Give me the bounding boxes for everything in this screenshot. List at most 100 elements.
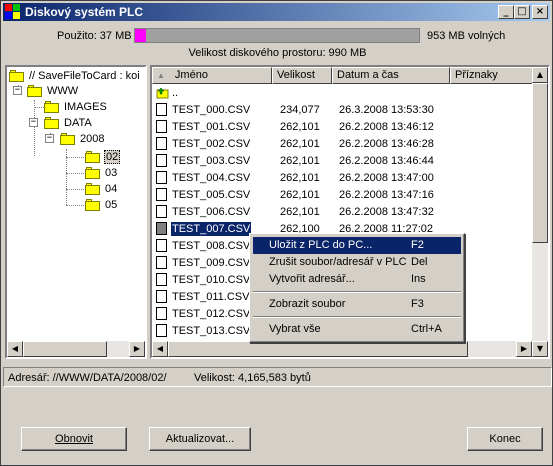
file-name: TEST_011.CSV — [172, 291, 250, 303]
file-name: TEST_004.CSV — [172, 172, 251, 184]
table-row[interactable]: TEST_005.CSV 262,101 26.2.2008 13:47:16 — [152, 187, 534, 204]
tree-item-label: WWW — [47, 85, 79, 97]
menu-separator — [253, 291, 461, 293]
sort-up-icon: ▲ — [157, 71, 165, 80]
context-menu: Uložit z PLC do PC... F2 Zrušit soubor/ad… — [249, 233, 465, 343]
file-date: 26.2.2008 13:46:12 — [339, 121, 434, 133]
scroll-left-icon[interactable]: ◀ — [7, 341, 23, 357]
window-title: Diskový systém PLC — [25, 5, 144, 19]
file-date: 26.2.2008 13:46:44 — [339, 155, 434, 167]
disk-usage: Použito: 37 MB 953 MB volných — [1, 28, 553, 44]
tree-item-images[interactable]: IMAGES — [44, 99, 108, 115]
usage-bar-fill — [135, 29, 146, 42]
collapse-2008-icon[interactable]: − — [45, 134, 54, 143]
scroll-up-icon[interactable]: ▲ — [532, 67, 548, 83]
scroll-right-icon[interactable]: ▶ — [516, 341, 532, 357]
folder-icon — [44, 101, 60, 113]
tree-item-2008[interactable]: 2008 — [60, 131, 105, 147]
file-size: 262,101 — [280, 189, 320, 201]
menu-save-to-pc[interactable]: Uložit z PLC do PC... F2 — [253, 237, 461, 254]
file-name: TEST_000.CSV — [172, 104, 251, 116]
table-row[interactable]: TEST_001.CSV 262,101 26.2.2008 13:46:12 — [152, 119, 534, 136]
main-window: Diskový systém PLC _ □ × Použito: 37 MB … — [0, 0, 553, 466]
list-vscrollbar[interactable]: ▲ ▼ — [532, 67, 548, 357]
tree-item-label: 02 — [104, 150, 121, 164]
plc-disk-icon — [5, 4, 21, 20]
scroll-left-icon[interactable]: ◀ — [152, 341, 168, 357]
tree-item-04[interactable]: 04 — [85, 181, 118, 197]
refresh-button[interactable]: Obnovit — [21, 427, 127, 451]
tree-root[interactable]: // SaveFileToCard : koi — [9, 68, 141, 84]
folder-icon — [85, 151, 101, 163]
collapse-data-icon[interactable]: − — [29, 118, 38, 127]
tree-item-label: IMAGES — [64, 101, 107, 113]
parent-dir-row[interactable]: .. — [152, 85, 534, 102]
table-row[interactable]: TEST_002.CSV 262,101 26.2.2008 13:46:28 — [152, 136, 534, 153]
table-row[interactable]: TEST_006.CSV 262,101 26.2.2008 13:47:32 — [152, 204, 534, 221]
file-name: TEST_008.CSV — [172, 240, 251, 252]
file-name: TEST_012.CSV — [172, 308, 251, 320]
update-button[interactable]: Aktualizovat... — [149, 427, 251, 451]
file-name: TEST_006.CSV — [172, 206, 251, 218]
tree-item-label: 05 — [105, 199, 118, 211]
status-size: Velikost: 4,165,583 bytů — [194, 372, 311, 384]
maximize-button[interactable]: □ — [514, 5, 530, 19]
table-row[interactable]: TEST_003.CSV 262,101 26.2.2008 13:46:44 — [152, 153, 534, 170]
menu-select-all[interactable]: Vybrat vše Ctrl+A — [253, 321, 461, 338]
folder-icon — [9, 70, 25, 82]
file-date: 26.2.2008 13:47:16 — [339, 189, 434, 201]
file-date: 26.3.2008 13:53:30 — [339, 104, 434, 116]
tree-hscrollbar[interactable]: ◀ ▶ — [7, 341, 145, 357]
tree-item-03[interactable]: 03 — [85, 165, 118, 181]
end-button[interactable]: Konec — [467, 427, 543, 451]
scroll-thumb[interactable] — [23, 341, 107, 357]
file-size: 262,101 — [280, 138, 320, 150]
tree-item-label: DATA — [64, 117, 92, 129]
file-date: 26.2.2008 13:47:00 — [339, 172, 434, 184]
file-name: TEST_013.CSV — [172, 325, 251, 337]
folder-icon — [85, 167, 101, 179]
scroll-right-icon[interactable]: ▶ — [129, 341, 145, 357]
used-label: Použito: 37 MB — [57, 30, 132, 42]
column-name[interactable]: ▲ Jméno — [152, 67, 272, 84]
file-name: TEST_003.CSV — [172, 155, 251, 167]
file-icon — [156, 290, 167, 303]
status-address: Adresář: //WWW/DATA/2008/02/ — [8, 372, 167, 384]
file-icon — [156, 188, 167, 201]
file-size: 262,101 — [280, 172, 320, 184]
file-size: 262,101 — [280, 121, 320, 133]
folder-icon — [27, 85, 43, 97]
tree-item-02[interactable]: 02 — [85, 149, 121, 165]
minimize-button[interactable]: _ — [498, 5, 514, 19]
free-label: 953 MB volných — [427, 30, 506, 42]
title-bar[interactable]: Diskový systém PLC _ □ × — [3, 3, 550, 21]
tree-item-label: 03 — [105, 167, 118, 179]
menu-view-file[interactable]: Zobrazit soubor F3 — [253, 296, 461, 313]
menu-create-dir[interactable]: Vytvořit adresář... Ins — [253, 271, 461, 288]
list-hscrollbar[interactable]: ◀ ▶ — [152, 341, 532, 357]
close-button[interactable]: × — [532, 5, 548, 19]
menu-delete[interactable]: Zrušit soubor/adresář v PLC Del — [253, 254, 461, 271]
column-date[interactable]: Datum a čas — [332, 67, 450, 84]
tree-item-www[interactable]: WWW — [27, 83, 79, 99]
file-size: 262,101 — [280, 206, 320, 218]
file-icon — [156, 120, 167, 133]
collapse-www-icon[interactable]: − — [13, 86, 22, 95]
file-icon — [156, 137, 167, 150]
file-name: TEST_001.CSV — [172, 121, 251, 133]
scroll-thumb[interactable] — [168, 341, 468, 357]
scroll-thumb[interactable] — [532, 83, 548, 243]
tree-item-data[interactable]: DATA — [44, 115, 93, 131]
file-name: TEST_005.CSV — [172, 189, 251, 201]
folder-tree[interactable]: // SaveFileToCard : koi − WWW IMAGES − D… — [5, 65, 147, 359]
tree-item-05[interactable]: 05 — [85, 197, 118, 213]
table-row[interactable]: TEST_000.CSV 234,077 26.3.2008 13:53:30 — [152, 102, 534, 119]
table-row[interactable]: TEST_004.CSV 262,101 26.2.2008 13:47:00 — [152, 170, 534, 187]
file-icon — [156, 205, 167, 218]
column-size[interactable]: Velikost — [272, 67, 332, 84]
folder-icon — [60, 133, 76, 145]
list-header: ▲ Jméno Velikost Datum a čas Příznaky — [152, 67, 548, 84]
scroll-down-icon[interactable]: ▼ — [532, 341, 548, 357]
file-name: TEST_009.CSV — [172, 257, 251, 269]
capacity-label: Velikost diskového prostoru: 990 MB — [188, 47, 367, 59]
